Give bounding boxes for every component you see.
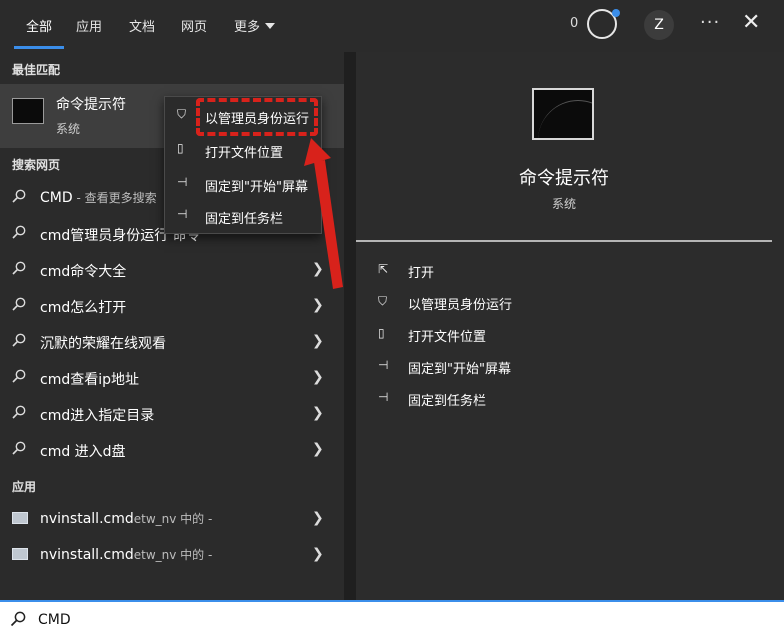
- pin-icon: ⊣: [177, 175, 188, 189]
- web-result-text: cmd查看ip地址: [40, 372, 139, 388]
- chevron-right-icon[interactable]: ❯: [312, 441, 324, 457]
- best-match-subtitle: 系统: [56, 122, 81, 136]
- chevron-right-icon[interactable]: ❯: [312, 405, 324, 421]
- search-icon: [12, 405, 26, 419]
- web-result-label: CMD - 查看更多搜索: [40, 189, 157, 206]
- close-icon[interactable]: ✕: [742, 10, 760, 35]
- app-result-label: nvinstall.cmdetw_nv 中的 -: [40, 510, 212, 527]
- web-result-row[interactable]: cmd进入指定目录 ❯: [0, 396, 344, 432]
- action-label: 打开文件位置: [408, 330, 487, 345]
- web-result-text: cmd命令大全: [40, 264, 127, 280]
- open-icon: ⇱: [378, 262, 389, 276]
- best-match-title: 命令提示符: [56, 97, 126, 113]
- web-result-text: 沉默的荣耀在线观看: [40, 336, 166, 352]
- app-result-row[interactable]: nvinstall.cmdetw_nv 中的 - ❯: [0, 537, 344, 573]
- action-label: 以管理员身份运行: [408, 298, 513, 313]
- search-icon: [12, 297, 26, 311]
- annotation-highlight-box: [196, 98, 318, 136]
- script-file-icon: [12, 548, 28, 560]
- active-tab-indicator: [14, 46, 64, 49]
- preview-title: 命令提示符: [519, 168, 609, 189]
- search-icon: [12, 369, 26, 383]
- pin-icon: ⊣: [378, 358, 389, 372]
- tab-all[interactable]: 全部: [26, 16, 52, 35]
- script-file-icon: [12, 512, 28, 524]
- context-menu-label: 固定到任务栏: [205, 212, 284, 227]
- preview-pane: 命令提示符 系统 ⇱ 打开 ⛉ 以管理员身份运行 ▯ 打开文件位置 ⊣ 固定到"…: [356, 52, 784, 600]
- web-result-row[interactable]: cmd命令大全 ❯: [0, 252, 344, 288]
- context-menu-label: 打开文件位置: [205, 146, 284, 161]
- pin-icon: ⊣: [177, 207, 188, 221]
- web-result-row[interactable]: cmd 进入d盘 ❯: [0, 432, 344, 468]
- app-result-hint: etw_nv 中的 -: [133, 512, 213, 526]
- avatar[interactable]: Z: [644, 10, 674, 40]
- file-icon: ▯: [378, 326, 385, 340]
- search-icon: [12, 225, 26, 239]
- search-bar: [0, 600, 784, 637]
- context-menu-open-file-location[interactable]: ▯ 打开文件位置: [165, 135, 323, 165]
- context-menu-label: 固定到"开始"屏幕: [205, 180, 308, 195]
- chevron-right-icon[interactable]: ❯: [312, 369, 324, 385]
- chevron-right-icon[interactable]: ❯: [312, 510, 324, 526]
- search-icon: [12, 189, 26, 203]
- app-result-row[interactable]: nvinstall.cmdetw_nv 中的 - ❯: [0, 501, 344, 537]
- search-icon: [12, 333, 26, 347]
- web-result-text: CMD: [40, 190, 73, 206]
- file-icon: ▯: [177, 141, 184, 155]
- notification-dot-icon: [612, 9, 620, 17]
- app-result-label: nvinstall.cmdetw_nv 中的 -: [40, 546, 212, 563]
- context-menu-pin-to-taskbar[interactable]: ⊣ 固定到任务栏: [165, 201, 323, 231]
- action-label: 打开: [408, 266, 435, 281]
- web-result-row[interactable]: cmd查看ip地址 ❯: [0, 360, 344, 396]
- tab-web[interactable]: 网页: [181, 16, 207, 35]
- web-result-text: cmd进入指定目录: [40, 408, 155, 424]
- app-result-text: nvinstall.cmd: [40, 547, 134, 563]
- tab-documents[interactable]: 文档: [129, 16, 155, 35]
- chevron-right-icon[interactable]: ❯: [312, 297, 324, 313]
- action-label: 固定到"开始"屏幕: [408, 362, 511, 377]
- more-options-icon[interactable]: ···: [700, 12, 720, 33]
- web-result-text: cmd怎么打开: [40, 300, 127, 316]
- chevron-right-icon[interactable]: ❯: [312, 546, 324, 562]
- app-result-hint: etw_nv 中的 -: [133, 548, 213, 562]
- chevron-down-icon: [265, 23, 276, 29]
- tab-apps[interactable]: 应用: [76, 16, 102, 35]
- search-icon: [12, 261, 26, 275]
- web-result-row[interactable]: cmd怎么打开 ❯: [0, 288, 344, 324]
- action-label: 固定到任务栏: [408, 394, 487, 409]
- search-icon: [12, 441, 26, 455]
- web-result-text: cmd 进入d盘: [40, 444, 126, 460]
- web-search-heading: 搜索网页: [12, 158, 61, 172]
- context-menu-pin-to-start[interactable]: ⊣ 固定到"开始"屏幕: [165, 169, 323, 199]
- shield-icon: ⛉: [378, 294, 388, 308]
- web-result-row[interactable]: 沉默的荣耀在线观看 ❯: [0, 324, 344, 360]
- chevron-right-icon[interactable]: ❯: [312, 261, 324, 277]
- shield-icon: ⛉: [177, 107, 187, 121]
- command-prompt-icon: [12, 98, 44, 124]
- search-icon: [10, 611, 26, 627]
- web-result-hint: - 查看更多搜索: [72, 191, 157, 205]
- apps-heading: 应用: [12, 480, 37, 494]
- search-input[interactable]: [38, 608, 738, 632]
- app-result-text: nvinstall.cmd: [40, 511, 134, 527]
- divider: [356, 240, 772, 242]
- chevron-right-icon[interactable]: ❯: [312, 333, 324, 349]
- best-match-heading: 最佳匹配: [12, 63, 61, 77]
- pin-icon: ⊣: [378, 390, 389, 404]
- command-prompt-icon: [532, 88, 594, 140]
- top-bar: 全部 应用 文档 网页 更多 0 Z ··· ✕: [0, 0, 784, 52]
- tab-more-label: 更多: [234, 20, 261, 35]
- preview-subtitle: 系统: [551, 197, 576, 211]
- rewards-points: 0: [570, 16, 579, 31]
- tab-more[interactable]: 更多: [234, 16, 276, 35]
